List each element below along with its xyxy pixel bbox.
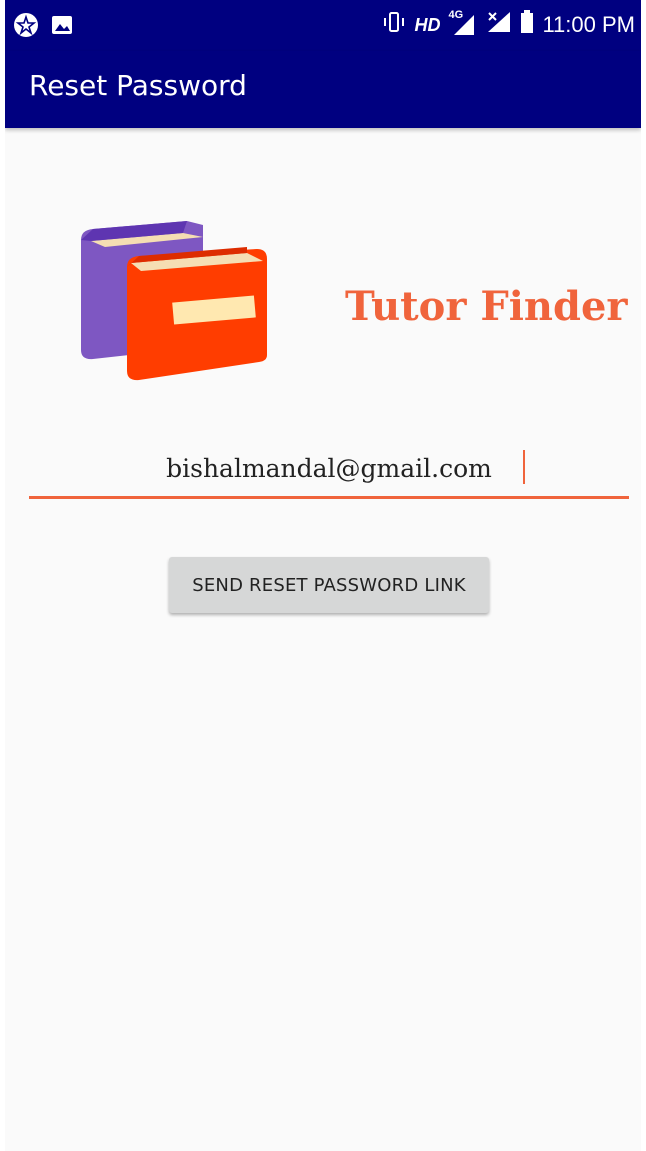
app-notification-icon [13, 12, 39, 43]
email-field[interactable] [29, 444, 629, 492]
vibrate-icon [382, 11, 406, 39]
hd-icon: HD [414, 14, 441, 35]
status-bar: HD 4G 11:00 PM [5, 0, 641, 51]
books-logo-icon [71, 215, 271, 390]
signal-4g-icon: 4G [448, 9, 478, 37]
send-reset-password-link-button[interactable]: SEND RESET PASSWORD LINK [169, 557, 489, 613]
app-toolbar: Reset Password [5, 51, 641, 128]
image-icon [51, 14, 73, 41]
page-title: Reset Password [29, 69, 247, 102]
text-cursor [523, 450, 525, 484]
status-bar-left [13, 12, 73, 43]
app-brand-name: Tutor Finder [345, 283, 628, 330]
battery-icon [520, 10, 534, 40]
status-bar-right: HD 4G 11:00 PM [382, 9, 635, 40]
no-signal-icon [486, 10, 512, 40]
email-field-container[interactable] [29, 444, 629, 499]
reset-password-screen: HD 4G 11:00 PM Reset Password Tutor Find… [5, 0, 641, 1151]
status-time: 11:00 PM [542, 12, 635, 37]
